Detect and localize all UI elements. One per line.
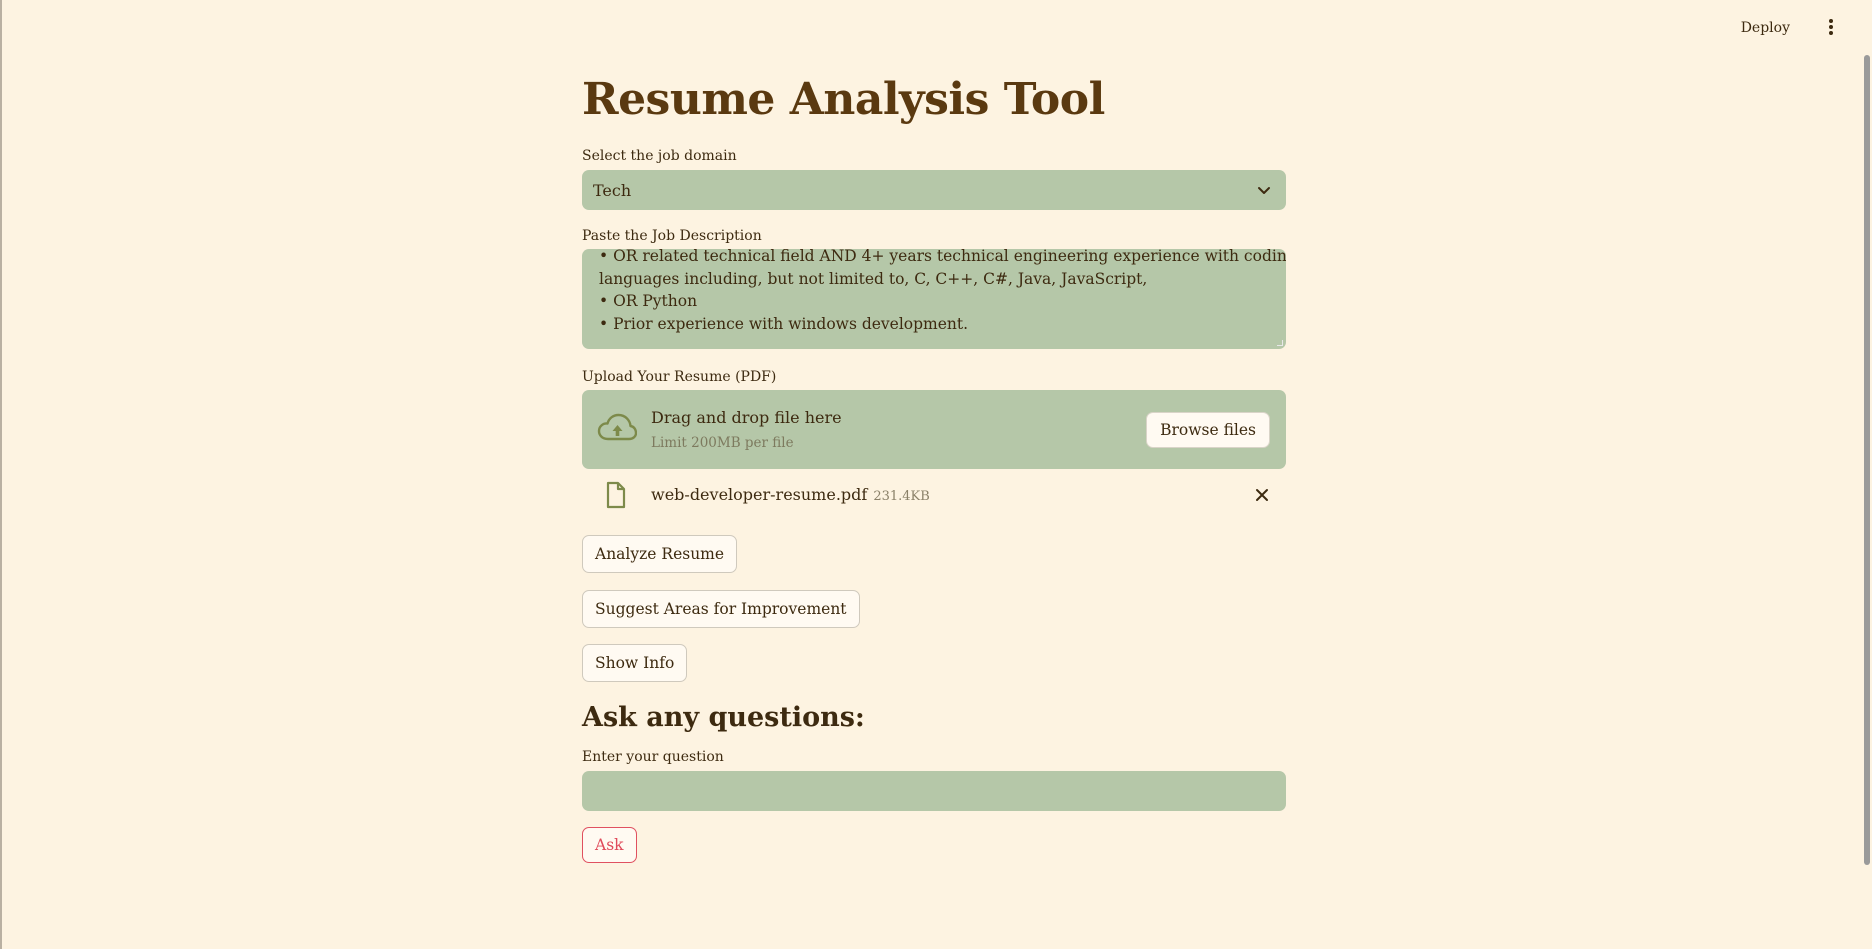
main-content: Resume Analysis Tool Select the job doma… (582, 60, 1286, 863)
file-dropzone[interactable]: Drag and drop file here Limit 200MB per … (582, 390, 1286, 469)
analyze-resume-button[interactable]: Analyze Resume (582, 535, 738, 573)
suggest-improvement-button[interactable]: Suggest Areas for Improvement (582, 590, 860, 628)
dropzone-instruction: Drag and drop file here (651, 408, 842, 427)
job-description-label: Paste the Job Description (582, 228, 762, 244)
resize-grip-icon[interactable] (1277, 340, 1283, 346)
question-input[interactable] (582, 771, 1286, 811)
job-description-textarea[interactable]: • OR related technical field AND 4+ year… (582, 249, 1286, 349)
file-icon (606, 481, 626, 509)
question-input-label: Enter your question (582, 749, 724, 765)
uploaded-file-row: web-developer-resume.pdf 231.4KB (582, 469, 1286, 535)
job-domain-selected-value: Tech (593, 180, 632, 200)
job-description-line: languages including, but not limited to,… (599, 269, 1148, 288)
job-domain-select[interactable]: Tech (582, 170, 1286, 210)
job-description-line: • OR related technical field AND 4+ year… (599, 249, 1286, 265)
job-description-line: • Prior experience with windows developm… (599, 314, 969, 333)
uploaded-file-size: 231.4KB (873, 489, 930, 504)
cloud-upload-icon (597, 413, 637, 441)
page-title: Resume Analysis Tool (582, 74, 1105, 125)
show-info-button[interactable]: Show Info (582, 644, 688, 682)
upload-label: Upload Your Resume (PDF) (582, 369, 777, 385)
ask-button[interactable]: Ask (582, 827, 637, 863)
dropzone-limit: Limit 200MB per file (651, 435, 794, 451)
job-domain-label: Select the job domain (582, 148, 737, 164)
close-icon[interactable] (1254, 487, 1270, 503)
browse-files-button[interactable]: Browse files (1146, 412, 1270, 448)
page-scrollbar[interactable] (1864, 55, 1870, 865)
chevron-down-icon (1258, 187, 1270, 194)
vertical-ellipsis-icon[interactable] (1826, 17, 1836, 37)
questions-heading: Ask any questions: (582, 702, 865, 733)
deploy-button[interactable]: Deploy (1741, 20, 1790, 36)
uploaded-file-name: web-developer-resume.pdf (651, 485, 868, 504)
job-description-line: • OR Python (599, 292, 698, 310)
window-left-edge (0, 0, 2, 949)
